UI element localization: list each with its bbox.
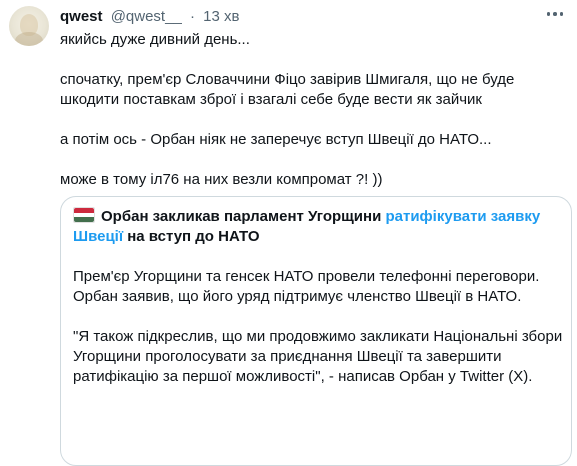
- tweet-paragraph: може в тому іл76 на них везли компромат …: [60, 171, 383, 188]
- tweet-paragraph: спочатку, прем'єр Словаччини Фіцо завіри…: [60, 71, 515, 108]
- tweet-header: qwest @qwest__ · 13 хв: [60, 8, 239, 26]
- more-options-icon[interactable]: [543, 4, 567, 24]
- tweet-text: якийсь дуже дивний день... спочатку, пре…: [60, 30, 565, 190]
- quote-title-text: Орбан закликав парламент Угорщини: [101, 208, 386, 225]
- quote-paragraph: "Я також підкреслив, що ми продовжимо за…: [73, 328, 563, 385]
- avatar-body-shape: [15, 32, 43, 46]
- tweet-timestamp[interactable]: 13 хв: [203, 8, 239, 25]
- quoted-post-card[interactable]: Орбан закликав парламент Угорщини ратифі…: [60, 196, 572, 466]
- quoted-post-body: Прем'єр Угорщини та генсек НАТО провели …: [73, 267, 563, 387]
- display-name[interactable]: qwest: [60, 8, 103, 25]
- quote-paragraph: Прем'єр Угорщини та генсек НАТО провели …: [73, 268, 540, 305]
- profile-avatar[interactable]: [9, 6, 49, 46]
- tweet-card: qwest @qwest__ · 13 хв якийсь дуже дивни…: [0, 0, 577, 466]
- user-handle[interactable]: @qwest__: [111, 8, 182, 25]
- tweet-paragraph: якийсь дуже дивний день...: [60, 31, 250, 48]
- quoted-post-title: Орбан закликав парламент Угорщини ратифі…: [73, 207, 553, 247]
- separator-dot: ·: [189, 8, 195, 25]
- quote-title-text-end: на вступ до НАТО: [123, 228, 260, 245]
- hungary-flag-icon: [73, 207, 95, 223]
- tweet-paragraph: а потім ось - Орбан ніяк не заперечує вс…: [60, 131, 492, 148]
